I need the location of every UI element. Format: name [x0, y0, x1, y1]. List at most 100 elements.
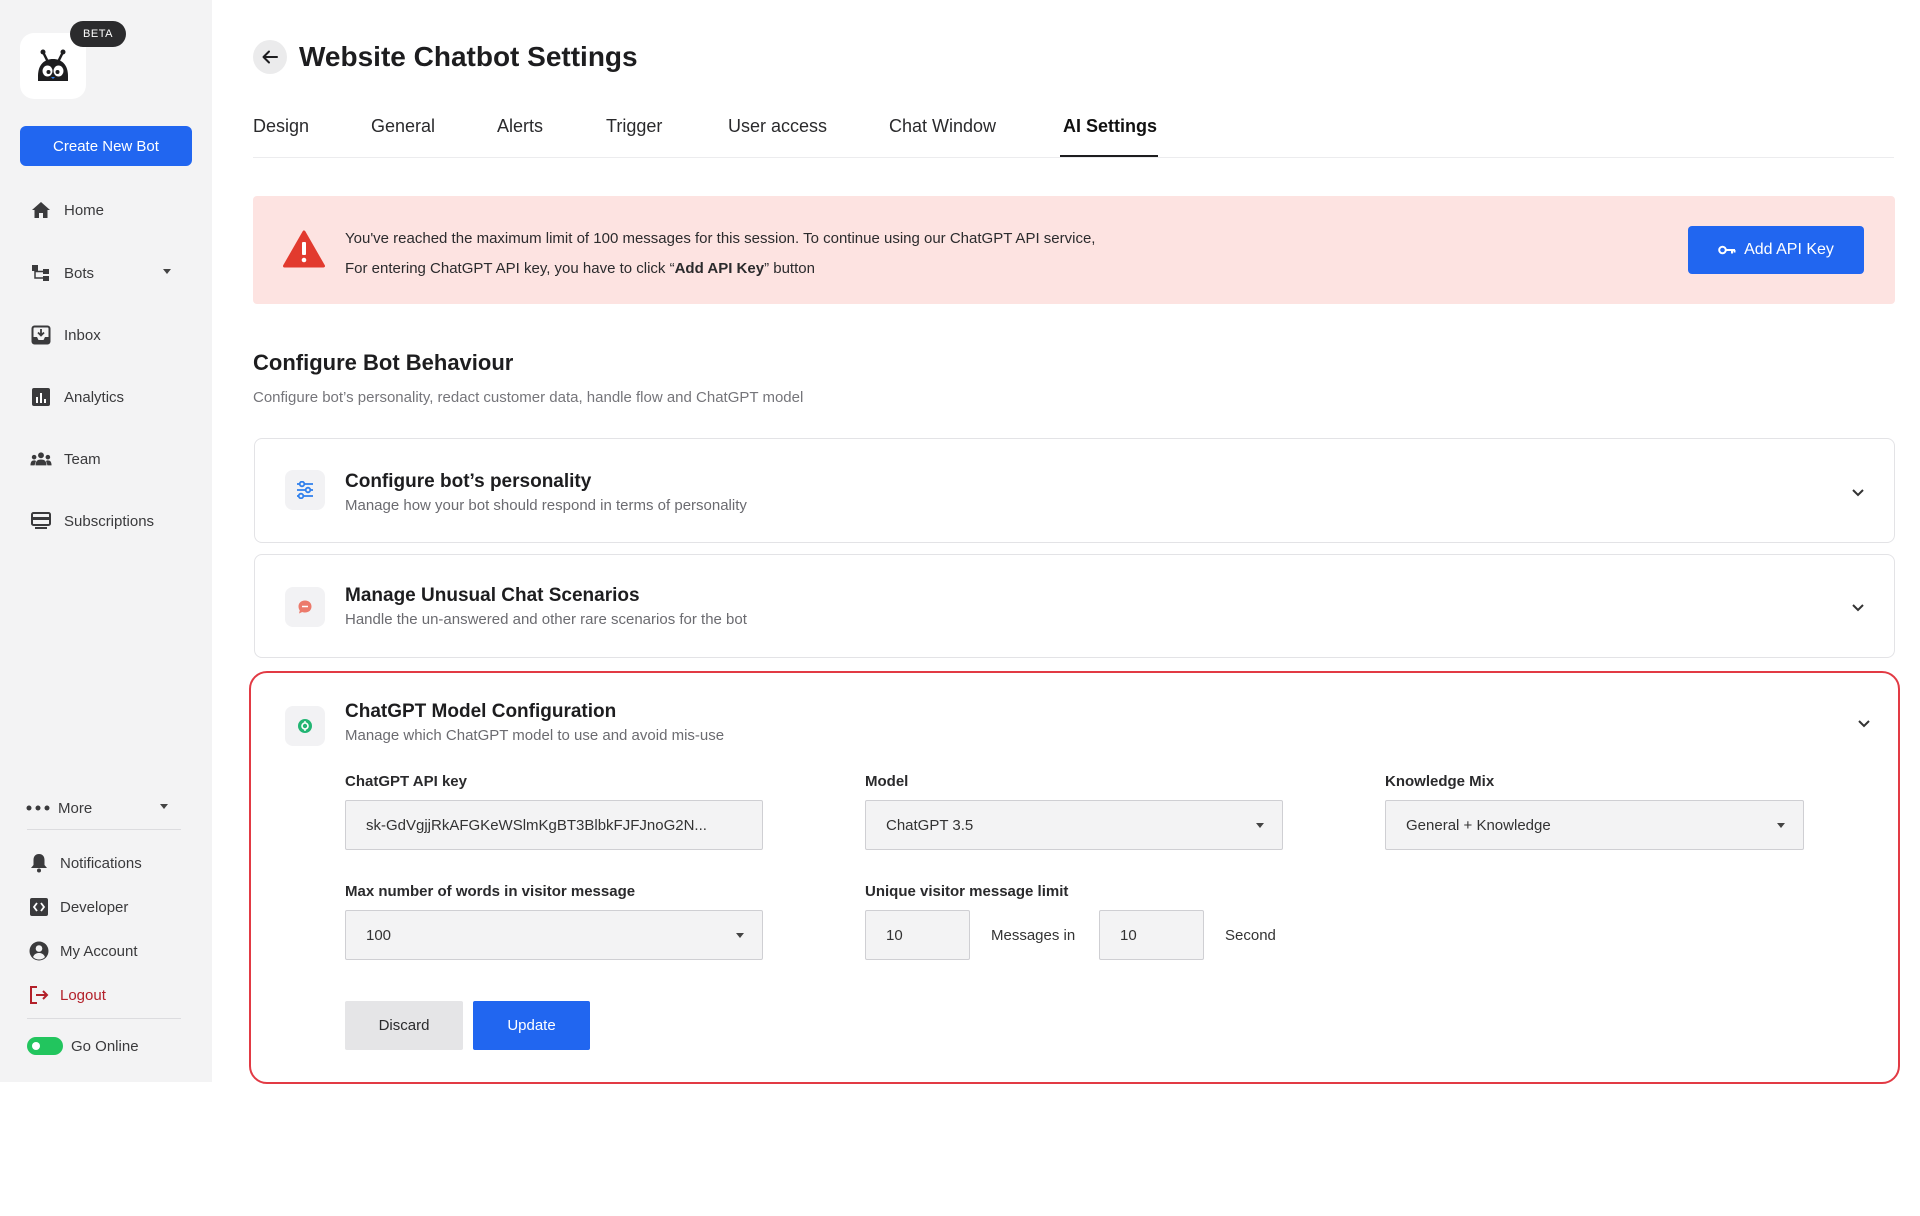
card-subtitle: Manage which ChatGPT model to use and av… — [345, 727, 725, 744]
go-online-toggle[interactable]: Go Online — [27, 1034, 139, 1058]
card-subtitle: Handle the un-answered and other rare sc… — [345, 611, 747, 628]
back-button[interactable] — [253, 40, 287, 74]
bots-icon — [30, 262, 52, 284]
card-title: Conﬁgure bot’s personality — [345, 471, 592, 492]
add-api-key-label: Add API Key — [1744, 241, 1834, 258]
model-value: ChatGPT 3.5 — [886, 816, 974, 834]
inbox-icon — [30, 324, 52, 346]
key-icon — [1718, 245, 1736, 255]
sliders-icon — [285, 470, 325, 510]
tab-user-access[interactable]: User access — [728, 116, 827, 137]
limit-alert: You've reached the maximum limit of 100 … — [253, 196, 1895, 304]
update-button[interactable]: Update — [473, 1001, 590, 1050]
chatgpt-icon — [285, 706, 325, 746]
sidebar: BETA Create New Bot Home Bots Inbox Anal… — [0, 0, 212, 1082]
active-tab-indicator — [1060, 155, 1158, 157]
sidebar-item-label: Logout — [60, 986, 106, 1004]
chevron-down-icon — [160, 804, 168, 809]
knowledge-mix-value: General + Knowledge — [1406, 816, 1551, 834]
sidebar-item-label: Team — [64, 450, 101, 468]
logout-icon — [28, 984, 50, 1006]
create-new-bot-button[interactable]: Create New Bot — [20, 126, 192, 166]
arrow-left-icon — [262, 50, 278, 64]
section-title: Configure Bot Behaviour — [253, 350, 514, 375]
card-subtitle: Manage how your bot should respond in te… — [345, 497, 747, 514]
tab-design[interactable]: Design — [253, 116, 309, 137]
home-icon — [30, 199, 52, 221]
code-icon — [28, 896, 50, 918]
sidebar-item-my-account[interactable]: My Account — [28, 939, 138, 963]
sidebar-item-more[interactable]: More — [26, 796, 168, 820]
account-icon — [28, 940, 50, 962]
chat-bubble-icon — [285, 587, 325, 627]
sidebar-item-label: More — [58, 799, 93, 817]
tab-alerts[interactable]: Alerts — [497, 116, 543, 137]
sidebar-item-analytics[interactable]: Analytics — [30, 385, 124, 409]
tab-ai-settings[interactable]: AI Settings — [1063, 116, 1157, 137]
more-dots-icon — [26, 797, 50, 819]
personality-card[interactable]: Conﬁgure bot’s personality Manage how yo… — [254, 438, 1895, 543]
message-count-input[interactable]: 10 — [865, 910, 970, 960]
tab-trigger[interactable]: Trigger — [606, 116, 662, 137]
sidebar-item-notifications[interactable]: Notifications — [28, 851, 142, 875]
tab-general[interactable]: General — [371, 116, 435, 137]
bell-icon — [28, 852, 50, 874]
sidebar-divider — [27, 829, 181, 830]
model-label: Model — [865, 773, 909, 790]
max-words-value: 100 — [366, 926, 392, 944]
go-online-label: Go Online — [71, 1037, 139, 1055]
subscriptions-icon — [30, 510, 52, 532]
chevron-down-icon — [163, 269, 171, 274]
sidebar-item-logout[interactable]: Logout — [28, 983, 106, 1007]
sidebar-item-label: My Account — [60, 942, 138, 960]
warning-icon — [283, 230, 325, 268]
sidebar-item-bots[interactable]: Bots — [30, 261, 171, 285]
model-select[interactable]: ChatGPT 3.5 — [865, 800, 1283, 850]
add-api-key-button[interactable]: Add API Key — [1688, 226, 1864, 274]
message-count-value: 10 — [886, 926, 903, 944]
tab-chat-window[interactable]: Chat Window — [889, 116, 996, 137]
message-limit-label: Unique visitor message limit — [865, 883, 1069, 900]
sidebar-item-label: Home — [64, 201, 105, 219]
chevron-down-icon[interactable] — [1850, 599, 1866, 615]
max-words-label: Max number of words in visitor message — [345, 883, 636, 900]
chevron-down-icon[interactable] — [1850, 484, 1866, 500]
card-title: ChatGPT Model Configuration — [345, 701, 617, 722]
sidebar-item-label: Subscriptions — [64, 512, 155, 530]
sidebar-divider — [27, 1018, 181, 1019]
unusual-scenarios-card[interactable]: Manage Unusual Chat Scenarios Handle the… — [254, 554, 1895, 658]
sidebar-item-label: Inbox — [64, 326, 101, 344]
seconds-value: 10 — [1120, 926, 1137, 944]
api-key-input[interactable]: sk-GdVgjjRkAFGKeWSlmKgBT3BlbkFJFJnoG2N..… — [345, 800, 763, 850]
discard-button[interactable]: Discard — [345, 1001, 463, 1050]
alert-line-2: For entering ChatGPT API key, you have t… — [345, 254, 1095, 284]
analytics-icon — [30, 386, 52, 408]
team-icon — [30, 448, 52, 470]
sidebar-item-team[interactable]: Team — [30, 447, 101, 471]
chevron-down-icon[interactable] — [1856, 715, 1872, 731]
sidebar-item-inbox[interactable]: Inbox — [30, 323, 101, 347]
settings-tabs: Design General Alerts Trigger User acces… — [253, 112, 1894, 158]
alert-line-2-prefix: For entering ChatGPT API key, you have t… — [345, 260, 675, 277]
toggle-switch[interactable] — [27, 1037, 63, 1055]
caret-down-icon — [736, 933, 744, 938]
alert-line-1: You've reached the maximum limit of 100 … — [345, 230, 1096, 247]
sidebar-item-label: Developer — [60, 898, 129, 916]
alert-line-2-suffix: ” button — [764, 260, 815, 277]
sidebar-item-home[interactable]: Home — [30, 198, 104, 222]
second-label: Second — [1225, 927, 1276, 944]
page-title: Website Chatbot Settings — [299, 41, 638, 72]
sidebar-item-label: Bots — [64, 264, 95, 282]
caret-down-icon — [1256, 823, 1264, 828]
alert-line-2-bold: Add API Key — [674, 260, 765, 277]
knowledge-mix-select[interactable]: General + Knowledge — [1385, 800, 1804, 850]
api-key-value: sk-GdVgjjRkAFGKeWSlmKgBT3BlbkFJFJnoG2N..… — [366, 816, 707, 834]
section-subtitle: Configure bot’s personality, redact cust… — [253, 389, 804, 406]
seconds-input[interactable]: 10 — [1099, 910, 1204, 960]
sidebar-item-developer[interactable]: Developer — [28, 895, 128, 919]
sidebar-item-label: Analytics — [64, 388, 125, 406]
sidebar-item-subscriptions[interactable]: Subscriptions — [30, 509, 154, 533]
max-words-select[interactable]: 100 — [345, 910, 763, 960]
api-key-label: ChatGPT API key — [345, 773, 467, 790]
messages-in-label: Messages in — [991, 927, 1076, 944]
